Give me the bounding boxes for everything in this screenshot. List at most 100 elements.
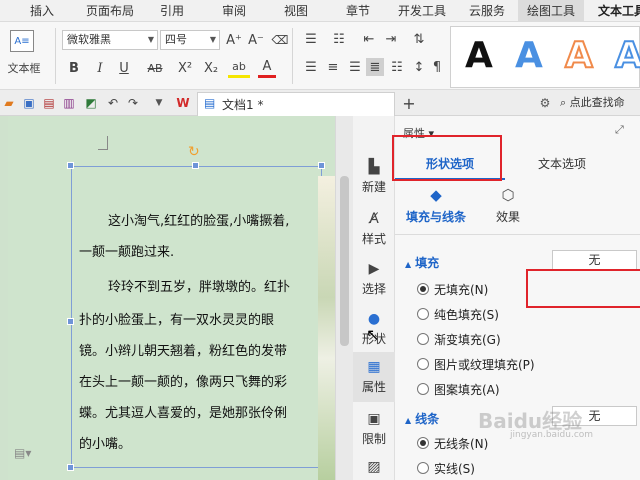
tab-chapter[interactable]: 章节 <box>338 0 378 22</box>
scrollbar-thumb[interactable] <box>340 176 349 346</box>
radio-label: 无线条(N) <box>434 436 489 451</box>
justify-icon[interactable]: ≣ <box>366 58 384 76</box>
undo-icon[interactable]: ↶ <box>104 94 122 112</box>
tab-document[interactable]: ▤ 文档1 * <box>197 92 395 116</box>
print-preview-icon[interactable]: ◩ <box>82 94 100 112</box>
line-section-header[interactable]: ▲ 线条 <box>405 410 439 427</box>
style-blue-outline-a[interactable]: A <box>614 33 640 79</box>
print-icon[interactable]: ▥ <box>60 94 78 112</box>
radio-pattern-fill[interactable]: 图案填充(A) <box>417 379 500 399</box>
radio-dot <box>417 283 429 295</box>
tab-review[interactable]: 审阅 <box>214 0 254 22</box>
redo-icon[interactable]: ↷ <box>124 94 142 112</box>
properties-icon: ▦ <box>367 359 381 375</box>
sidebar-item-style[interactable]: A̸ 样式 <box>353 204 395 254</box>
resize-handle[interactable] <box>318 162 325 169</box>
radio-solid-line[interactable]: 实线(S) <box>417 458 475 478</box>
sort-icon[interactable]: ⇅ <box>410 30 428 48</box>
style-orange-outline-a[interactable]: A <box>564 33 594 79</box>
font-size-value: 四号 <box>165 33 187 46</box>
text-box[interactable]: 这小淘气,红红的脸蛋,小嘴撅着, 一颠一颠跑过来. 玲玲不到五岁，胖墩墩的。红扑… <box>71 166 322 468</box>
open-folder-icon[interactable]: ▰ <box>0 94 18 112</box>
resize-handle[interactable] <box>67 162 74 169</box>
tab-page-layout[interactable]: 页面布局 <box>80 0 140 22</box>
save-icon[interactable]: ▣ <box>20 94 38 112</box>
command-search[interactable]: ⌕ 点此查找命 <box>560 94 625 112</box>
radio-no-line[interactable]: 无线条(N) <box>417 433 488 453</box>
fill-value-dropdown[interactable]: 无 <box>552 250 637 270</box>
subscript-button[interactable]: X₂ <box>200 58 222 78</box>
new-icon: ▙ <box>368 159 380 175</box>
resize-handle[interactable] <box>67 318 74 325</box>
tab-references[interactable]: 引用 <box>152 0 192 22</box>
chevron-down-icon[interactable]: ▼ <box>150 94 168 112</box>
superscript-button[interactable]: X² <box>174 58 196 78</box>
sidebar-item-image[interactable]: ▨ <box>353 452 395 480</box>
wps-logo-icon[interactable]: W <box>174 94 192 112</box>
align-left-icon[interactable]: ☰ <box>302 58 320 76</box>
sidebar-item-select[interactable]: ▶ 选择 <box>353 254 395 304</box>
bold-button[interactable]: B <box>64 58 84 78</box>
settings-icon[interactable]: ⚙ <box>536 94 554 112</box>
number-list-icon[interactable]: ☷ <box>330 30 348 48</box>
tab-cloud[interactable]: 云服务 <box>462 0 512 22</box>
textbox-icon[interactable]: A≡ <box>10 30 34 52</box>
radio-dot <box>417 308 429 320</box>
sidebar-item-new[interactable]: ▙ 新建 <box>353 152 395 202</box>
radio-gradient-fill[interactable]: 渐变填充(G) <box>417 329 501 349</box>
align-right-icon[interactable]: ☰ <box>346 58 364 76</box>
highlight-button[interactable]: ab <box>228 58 250 78</box>
resize-handle[interactable] <box>67 464 74 471</box>
font-name-select[interactable]: 微软雅黑 ▼ <box>62 30 158 50</box>
document-area[interactable]: ↻ 这小淘气,红红的脸蛋,小嘴撅着, 一颠一颠跑过来. 玲玲不到五岁，胖墩墩的。… <box>0 116 335 480</box>
clear-format-icon[interactable]: ⌫ <box>270 30 290 50</box>
sidebar-item-label: 选择 <box>361 282 386 296</box>
bullet-list-icon[interactable]: ☰ <box>302 30 320 48</box>
sidebar-item-properties[interactable]: ▦ 属性 <box>353 352 395 402</box>
align-center-icon[interactable]: ≡ <box>324 58 342 76</box>
tab-text-tools[interactable]: 文本工具 <box>592 0 640 22</box>
tab-developer[interactable]: 开发工具 <box>392 0 452 22</box>
grow-font-button[interactable]: A⁺ <box>224 30 244 50</box>
resize-handle[interactable] <box>192 162 199 169</box>
style-black-a[interactable]: A <box>465 33 493 79</box>
margin-corner-mark <box>98 136 108 150</box>
line-spacing-icon[interactable]: ↕ <box>410 58 428 76</box>
radio-picture-fill[interactable]: 图片或纹理填充(P) <box>417 354 535 374</box>
sidebar-item-restrict[interactable]: ▣ 限制 <box>353 404 395 454</box>
font-color-button[interactable]: A <box>258 58 276 78</box>
shrink-font-button[interactable]: A⁻ <box>246 30 266 50</box>
subtab-fill-line[interactable]: ◆ 填充与线条 <box>401 186 471 225</box>
style-blue-a[interactable]: A <box>515 33 543 79</box>
radio-solid-fill[interactable]: 纯色填充(S) <box>417 304 499 324</box>
strikethrough-button[interactable]: AB <box>142 58 168 78</box>
tab-insert[interactable]: 插入 <box>20 0 64 22</box>
font-size-select[interactable]: 四号 ▼ <box>160 30 220 50</box>
page-view-icon[interactable]: ▤▾ <box>14 446 31 460</box>
rotate-handle-icon[interactable]: ↻ <box>188 144 200 160</box>
document-page[interactable]: ↻ 这小淘气,红红的脸蛋,小嘴撅着, 一颠一颠跑过来. 玲玲不到五岁，胖墩墩的。… <box>8 116 335 480</box>
panel-pin-icon[interactable]: ⤢ <box>615 123 624 137</box>
radio-label: 纯色填充(S) <box>434 307 499 322</box>
tab-drawing-tools[interactable]: 绘图工具 <box>518 0 584 22</box>
italic-button[interactable]: I <box>90 58 110 78</box>
indent-icon[interactable]: ⇥ <box>382 30 400 48</box>
tab-text-options[interactable]: 文本选项 <box>507 148 617 180</box>
textbox-label[interactable]: 文本框 <box>0 60 48 76</box>
mouse-cursor-icon: ↖ <box>366 325 380 344</box>
para-settings-icon[interactable]: ¶ <box>430 58 444 76</box>
document-tab-title: 文档1 * <box>222 98 264 112</box>
subtab-label: 效果 <box>495 210 520 224</box>
fill-section-header[interactable]: ▲ 填充 <box>405 254 439 271</box>
new-tab-button[interactable]: + <box>400 94 418 113</box>
radio-dot <box>417 383 429 395</box>
underline-button[interactable]: U <box>114 58 134 78</box>
export-pdf-icon[interactable]: ▤ <box>40 94 58 112</box>
subtab-effect[interactable]: ⬡ 效果 <box>473 186 543 225</box>
tab-view[interactable]: 视图 <box>276 0 316 22</box>
radio-no-fill[interactable]: 无填充(N) <box>417 279 488 299</box>
chevron-down-icon: ▼ <box>147 35 154 44</box>
vertical-scrollbar[interactable] <box>335 116 353 480</box>
distribute-icon[interactable]: ☷ <box>388 58 406 76</box>
outdent-icon[interactable]: ⇤ <box>360 30 378 48</box>
